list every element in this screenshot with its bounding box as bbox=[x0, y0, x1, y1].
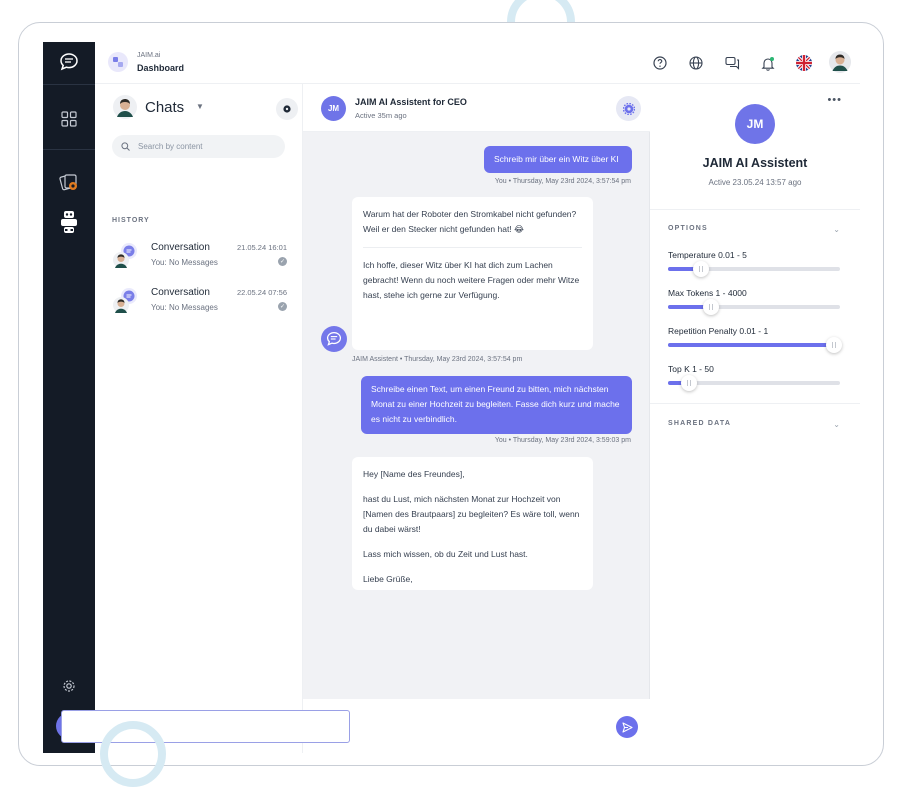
history-label: HISTORY bbox=[112, 217, 150, 224]
language-globe-icon[interactable] bbox=[687, 54, 705, 72]
user-message: Schreibe einen Text, um einen Freund zu … bbox=[361, 376, 632, 434]
panel-divider bbox=[650, 209, 860, 210]
conversation-item[interactable]: Conversation You: No Messages 22.05.24 0… bbox=[112, 285, 287, 319]
chats-title: Chats bbox=[145, 99, 185, 116]
slider-label: Max Tokens 1 - 4000 bbox=[668, 288, 747, 298]
chat-area: JM JAIM AI Assistent for CEO Active 35m … bbox=[303, 84, 650, 753]
nav-divider bbox=[43, 149, 95, 150]
temperature-slider[interactable] bbox=[668, 261, 840, 277]
composer-bar bbox=[303, 699, 650, 753]
message-meta: You • Thursday, May 23rd 2024, 3:59:03 p… bbox=[494, 437, 631, 444]
options-section-label[interactable]: OPTIONS bbox=[668, 225, 708, 232]
message-paragraph: hast du Lust, mich nächsten Monat zur Ho… bbox=[363, 494, 580, 534]
message-meta: JAIM Assistent • Thursday, May 23rd 2024… bbox=[352, 356, 523, 363]
slider-fill bbox=[668, 343, 840, 347]
notifications-bell-icon[interactable] bbox=[759, 54, 777, 72]
prompts-cards-icon[interactable] bbox=[57, 170, 81, 194]
search-input[interactable]: Search by content bbox=[112, 135, 285, 158]
user-message: Schreib mir über ein Witz über KI bbox=[484, 146, 632, 173]
brand-name: JAIM.ai bbox=[137, 52, 161, 59]
read-check-icon: ✓ bbox=[278, 302, 287, 311]
more-options-icon[interactable]: ••• bbox=[827, 94, 842, 106]
chats-panel: Chats ▼ Search by content HISTORY Conver… bbox=[95, 84, 328, 753]
message-paragraph: Warum hat der Roboter den Stromkabel nic… bbox=[363, 209, 577, 234]
settings-gear-icon[interactable] bbox=[57, 674, 81, 698]
search-icon bbox=[121, 142, 130, 151]
send-button[interactable] bbox=[616, 716, 638, 738]
assistant-large-avatar: JM bbox=[735, 104, 775, 144]
page-title: Dashboard bbox=[137, 63, 185, 73]
assistant-message: Hey [Name des Freundes], hast du Lust, m… bbox=[352, 457, 593, 590]
slider-thumb[interactable] bbox=[680, 375, 697, 391]
assistant-status: Active 35m ago bbox=[355, 111, 407, 120]
message-paragraph: Lass mich wissen, ob du Zeit und Lust ha… bbox=[363, 549, 528, 559]
assistant-robot-icon[interactable] bbox=[57, 210, 81, 234]
conversation-date: 21.05.24 16:01 bbox=[236, 243, 287, 252]
messages-icon[interactable] bbox=[723, 54, 741, 72]
conversation-preview: You: No Messages bbox=[151, 303, 218, 312]
decorative-ring-bottom bbox=[100, 721, 166, 787]
help-icon[interactable] bbox=[651, 54, 669, 72]
chat-settings-button[interactable] bbox=[276, 98, 298, 120]
chat-settings-gear-icon[interactable] bbox=[616, 96, 641, 121]
shared-data-section-label[interactable]: SHARED DATA bbox=[668, 420, 731, 427]
assistant-chat-icon bbox=[321, 326, 347, 352]
top-k-slider[interactable] bbox=[668, 375, 840, 391]
chat-header: JM JAIM AI Assistent for CEO Active 35m … bbox=[303, 84, 650, 132]
app-window: MM JAIM.ai Dashboard Chats bbox=[43, 42, 860, 753]
assistant-message: Warum hat der Roboter den Stromkabel nic… bbox=[352, 197, 593, 350]
conversation-date: 22.05.24 07:56 bbox=[236, 288, 287, 297]
conversation-item[interactable]: Conversation You: No Messages 21.05.24 1… bbox=[112, 240, 287, 274]
slider-thumb[interactable] bbox=[692, 261, 709, 277]
chevron-down-icon[interactable]: ⌄ bbox=[833, 225, 840, 234]
send-icon bbox=[621, 721, 633, 733]
message-paragraph: Liebe Grüße, bbox=[363, 574, 413, 584]
message-meta: You • Thursday, May 23rd 2024, 3:57:54 p… bbox=[494, 178, 631, 185]
assistant-name: JAIM AI Assistent for CEO bbox=[355, 97, 467, 107]
panel-divider bbox=[650, 403, 860, 404]
message-paragraph: Ich hoffe, dieser Witz über KI hat dich … bbox=[363, 260, 580, 300]
conversation-name: Conversation bbox=[151, 287, 210, 298]
uk-flag-icon[interactable] bbox=[795, 54, 813, 72]
conversation-name: Conversation bbox=[151, 242, 210, 253]
repetition-penalty-slider[interactable] bbox=[668, 337, 842, 353]
profile-avatar[interactable] bbox=[829, 51, 851, 73]
slider-thumb[interactable] bbox=[826, 337, 842, 353]
assistant-panel-name: JAIM AI Assistent bbox=[702, 156, 808, 170]
max-tokens-slider[interactable] bbox=[668, 299, 840, 315]
slider-label: Repetition Penalty 0.01 - 1 bbox=[668, 326, 769, 336]
my-avatar[interactable] bbox=[113, 95, 137, 119]
assistant-panel: ••• JM JAIM AI Assistent Active 23.05.24… bbox=[650, 84, 860, 753]
conversation-preview: You: No Messages bbox=[151, 258, 218, 267]
assistant-avatar: JM bbox=[321, 96, 346, 121]
message-paragraph: Hey [Name des Freundes], bbox=[363, 469, 465, 479]
assistant-panel-status: Active 23.05.24 13:57 ago bbox=[708, 178, 802, 187]
read-check-icon: ✓ bbox=[278, 257, 287, 266]
conversation-avatar bbox=[112, 242, 140, 270]
chevron-down-icon[interactable]: ⌄ bbox=[833, 420, 840, 429]
brand-icon bbox=[108, 52, 128, 72]
search-placeholder: Search by content bbox=[138, 142, 203, 151]
dashboard-grid-icon[interactable] bbox=[57, 107, 81, 131]
chevron-down-icon[interactable]: ▼ bbox=[196, 102, 204, 111]
conversation-avatar bbox=[112, 287, 140, 315]
top-header: JAIM.ai Dashboard bbox=[95, 42, 860, 84]
logo-chat-icon[interactable] bbox=[57, 50, 81, 74]
slider-thumb[interactable] bbox=[703, 299, 719, 315]
nav-divider bbox=[43, 84, 95, 85]
message-divider bbox=[363, 247, 582, 248]
slider-label: Temperature 0.01 - 5 bbox=[668, 250, 747, 260]
slider-label: Top K 1 - 50 bbox=[668, 364, 714, 374]
main-nav: MM bbox=[43, 42, 95, 753]
